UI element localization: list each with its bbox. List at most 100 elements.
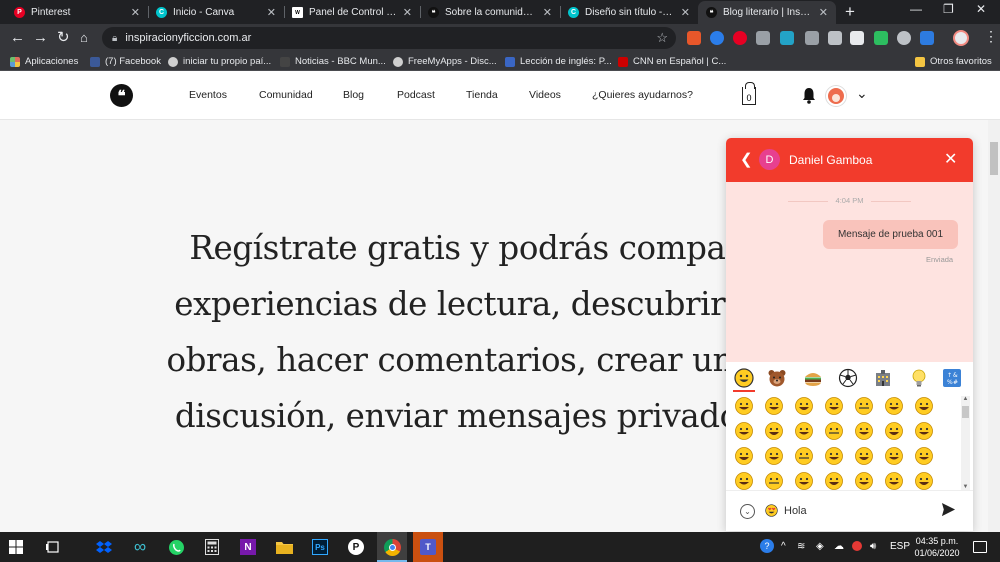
photoshop-icon[interactable]: Ps <box>310 537 330 557</box>
extension-blue-icon[interactable] <box>710 31 724 45</box>
extension-screenshot-icon[interactable] <box>805 31 819 45</box>
extension-bulb-icon[interactable] <box>897 31 911 45</box>
language-indicator[interactable]: ESP <box>890 541 910 552</box>
page-scrollbar-thumb[interactable] <box>990 142 998 175</box>
bookmark-bbc[interactable]: Noticias - BBC Mun... <box>280 54 386 69</box>
emoji-option[interactable] <box>914 471 934 490</box>
site-logo-icon[interactable]: ❝ <box>110 84 133 107</box>
close-tab-icon[interactable]: ✕ <box>131 6 140 19</box>
emoji-option[interactable] <box>794 396 814 416</box>
emoji-option[interactable] <box>734 471 754 490</box>
restore-icon[interactable]: ❐ <box>943 2 954 16</box>
emoji-option[interactable] <box>794 446 814 466</box>
tab-diseno[interactable]: C Diseño sin título - 1366 ✕ <box>560 1 698 24</box>
reload-icon[interactable]: ↻ <box>57 28 70 48</box>
emoji-option[interactable] <box>764 471 784 490</box>
minimize-icon[interactable]: — <box>910 2 922 16</box>
back-arrow-icon[interactable]: ← <box>10 28 25 48</box>
task-view-icon[interactable] <box>43 537 63 557</box>
back-chevron-icon[interactable]: ❮ <box>740 150 753 168</box>
emoji-option[interactable] <box>884 471 904 490</box>
emoji-option[interactable] <box>764 396 784 416</box>
tray-security-icon[interactable] <box>852 541 862 554</box>
extension-teal-icon[interactable] <box>780 31 794 45</box>
emoji-option[interactable] <box>884 421 904 441</box>
emoji-option[interactable] <box>734 421 754 441</box>
nav-quieres-ayudarnos[interactable]: ¿Quieres ayudarnos? <box>592 89 693 101</box>
close-tab-icon[interactable]: ✕ <box>819 6 828 19</box>
profile-avatar[interactable] <box>953 30 969 46</box>
emoji-option[interactable] <box>884 396 904 416</box>
animals-category-icon[interactable] <box>766 367 788 389</box>
wifi-icon[interactable]: ≋ <box>797 541 805 552</box>
emoji-option[interactable] <box>854 446 874 466</box>
food-category-icon[interactable] <box>802 367 824 389</box>
calculator-icon[interactable] <box>202 537 222 557</box>
close-tab-icon[interactable]: ✕ <box>267 6 276 19</box>
cart-icon[interactable]: 0 <box>742 82 756 105</box>
user-avatar[interactable] <box>826 86 846 106</box>
notifications-icon[interactable] <box>973 541 987 553</box>
whatsapp-icon[interactable] <box>166 537 186 557</box>
tab-blog-literario[interactable]: ❝ Blog literario | Inspiració ✕ <box>698 1 836 24</box>
extension-dropbox-icon[interactable] <box>756 31 770 45</box>
objects-category-icon[interactable] <box>908 367 930 389</box>
nav-podcast[interactable]: Podcast <box>397 89 435 101</box>
bookmark-otros-favoritos[interactable]: Otros favoritos <box>915 54 992 69</box>
emoji-option[interactable] <box>914 421 934 441</box>
tray-cloud-icon[interactable]: ☁ <box>834 541 844 552</box>
address-bar[interactable]: 🔒︎ inspiracionyficcion.com.ar ☆ <box>102 27 676 49</box>
emoji-option[interactable] <box>914 396 934 416</box>
window-close-icon[interactable]: ✕ <box>976 2 986 16</box>
emoji-option[interactable] <box>764 446 784 466</box>
home-icon[interactable]: ⌂ <box>80 28 88 48</box>
bell-icon[interactable] <box>802 87 816 104</box>
extension-grey-icon[interactable] <box>828 31 842 45</box>
emoji-option[interactable] <box>824 396 844 416</box>
windows-start-icon[interactable] <box>6 537 26 557</box>
forward-arrow-icon[interactable]: → <box>33 28 48 48</box>
emoji-option[interactable] <box>734 446 754 466</box>
extension-pdf-icon[interactable] <box>850 31 864 45</box>
emoji-option[interactable] <box>794 471 814 490</box>
close-tab-icon[interactable]: ✕ <box>543 6 552 19</box>
infinity-icon[interactable]: ∞ <box>130 537 150 557</box>
tab-comunidad[interactable]: ❝ Sobre la comunidad | Ins ✕ <box>420 1 560 24</box>
chrome-icon[interactable] <box>382 537 402 557</box>
teams-icon[interactable]: T <box>418 537 438 557</box>
extension-pinterest-icon[interactable] <box>733 31 747 45</box>
pocket-icon[interactable]: P <box>346 537 366 557</box>
nav-eventos[interactable]: Eventos <box>189 89 227 101</box>
extension-evernote-icon[interactable] <box>874 31 888 45</box>
nav-comunidad[interactable]: Comunidad <box>259 89 313 101</box>
tray-dropbox-icon[interactable]: ◈ <box>816 541 824 552</box>
symbols-category-icon[interactable]: ↑ &% # <box>941 367 963 389</box>
emoji-option[interactable] <box>734 396 754 416</box>
tray-expand-icon[interactable]: ^ <box>781 541 786 552</box>
bookmark-freemyapps[interactable]: FreeMyApps - Disc... <box>393 54 497 69</box>
collapse-emoji-icon[interactable]: ⌄ <box>740 504 755 519</box>
emoji-option[interactable] <box>914 446 934 466</box>
bookmark-leccion[interactable]: Lección de inglés: P... <box>505 54 612 69</box>
smiley-category-icon[interactable] <box>733 367 755 389</box>
emoji-option[interactable] <box>824 471 844 490</box>
bookmark-facebook[interactable]: (7) Facebook <box>90 54 161 69</box>
extension-trello-icon[interactable] <box>920 31 934 45</box>
emoji-option[interactable] <box>854 471 874 490</box>
tab-wix[interactable]: W Panel de Control | Wix.com ✕ <box>284 1 420 24</box>
emoji-option[interactable] <box>764 421 784 441</box>
emoji-option[interactable] <box>854 421 874 441</box>
chevron-down-icon[interactable]: ⌄ <box>856 85 868 102</box>
emoji-option[interactable] <box>854 396 874 416</box>
extension-office-icon[interactable] <box>687 31 701 45</box>
emoji-option[interactable] <box>824 421 844 441</box>
nav-blog[interactable]: Blog <box>343 89 364 101</box>
file-explorer-icon[interactable] <box>274 537 294 557</box>
tab-canva[interactable]: C Inicio - Canva ✕ <box>148 1 284 24</box>
bookmark-pais[interactable]: iniciar tu propio paí... <box>168 54 271 69</box>
bookmark-star-icon[interactable]: ☆ <box>656 30 668 46</box>
tab-pinterest[interactable]: P Pinterest ✕ <box>6 1 148 24</box>
emoji-scrollbar[interactable]: ▲ ▼ <box>961 396 970 490</box>
onenote-icon[interactable]: N <box>238 537 258 557</box>
system-clock[interactable]: 04:35 p.m. 01/06/2020 <box>913 535 961 559</box>
